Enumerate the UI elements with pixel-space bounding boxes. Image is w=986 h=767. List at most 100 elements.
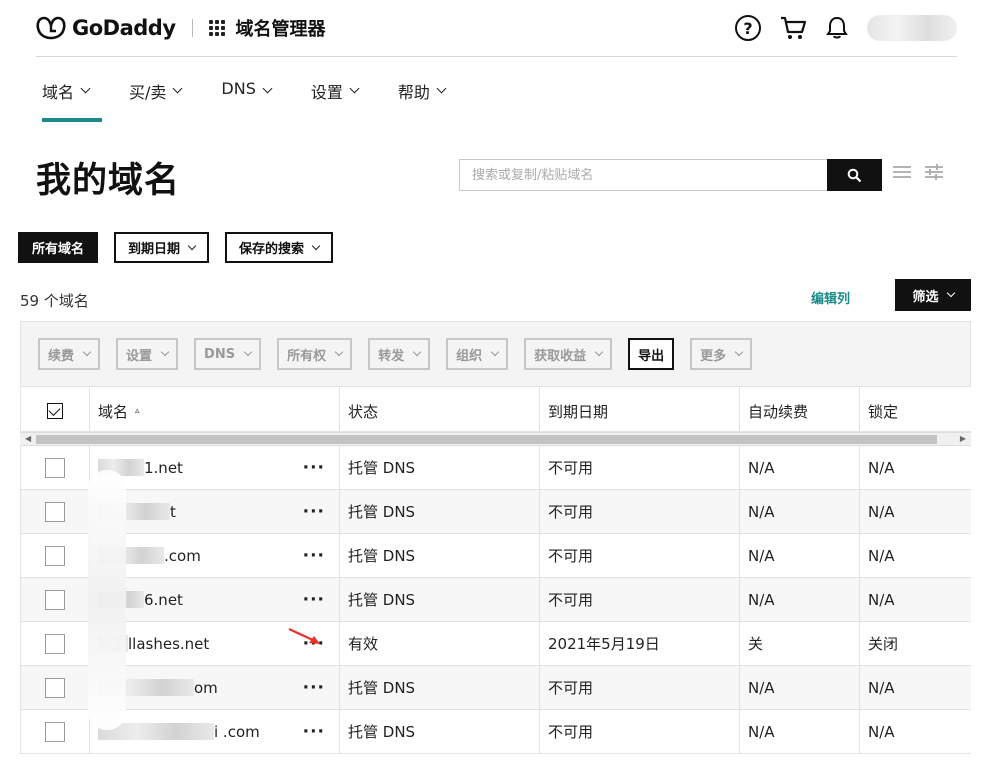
row-select-cell <box>20 446 90 489</box>
filter-button[interactable]: 筛选 <box>895 279 971 311</box>
table-body: 1.net ··· 托管 DNS 不可用 N/A N/A t ··· 托管 DNS … <box>20 446 971 754</box>
nav-buy-sell[interactable]: 买/卖 <box>129 76 221 122</box>
header-status[interactable]: 状态 <box>340 387 540 431</box>
chevron-down-icon <box>349 83 360 94</box>
renew-button[interactable]: 续费 <box>38 338 101 370</box>
product-title: 域名管理器 <box>235 19 326 40</box>
table-row[interactable]: llashes.net ··· 有效 2021年5月19日 关 关闭 <box>20 622 971 666</box>
export-button[interactable]: 导出 <box>628 338 675 370</box>
list-view-icon[interactable] <box>892 164 912 180</box>
lock-cell: N/A <box>868 722 895 741</box>
forwarding-button[interactable]: 转发 <box>368 338 431 370</box>
header-lock[interactable]: 锁定 <box>860 387 971 431</box>
header-expiry[interactable]: 到期日期 <box>540 387 740 431</box>
table-row[interactable]: om ··· 托管 DNS 不可用 N/A N/A <box>20 666 971 710</box>
select-all-checkbox[interactable] <box>47 403 63 419</box>
auto-renew-cell: N/A <box>740 446 860 489</box>
main-nav: 域名 买/卖 DNS 设置 帮助 <box>42 76 485 122</box>
nav-help[interactable]: 帮助 <box>398 76 485 122</box>
row-more-menu-icon[interactable]: ··· <box>303 458 325 478</box>
scrollbar-thumb[interactable] <box>36 435 937 444</box>
row-checkbox[interactable] <box>45 677 65 698</box>
annotation-arrow-icon <box>288 628 320 644</box>
lock-cell: N/A <box>868 546 895 565</box>
tab-expiration-date[interactable]: 到期日期 <box>114 232 210 263</box>
expiry-cell: 2021年5月19日 <box>540 622 740 665</box>
dns-action-button[interactable]: DNS <box>194 338 262 370</box>
tab-label: 保存的搜索 <box>239 242 305 257</box>
domain-name-link[interactable]: i .com <box>98 723 260 741</box>
tab-label: 到期日期 <box>128 242 181 257</box>
ownership-button[interactable]: 所有权 <box>277 338 353 370</box>
help-icon[interactable]: ? <box>735 15 761 41</box>
table-row[interactable]: 1.net ··· 托管 DNS 不可用 N/A N/A <box>20 446 971 490</box>
row-select-cell <box>20 710 90 753</box>
row-more-menu-icon[interactable]: ··· <box>303 722 325 742</box>
row-checkbox[interactable] <box>45 589 65 610</box>
scroll-left-arrow-icon[interactable]: ◀ <box>25 433 31 445</box>
action-label: 获取收益 <box>534 348 587 364</box>
nav-domains[interactable]: 域名 <box>42 76 129 122</box>
row-checkbox[interactable] <box>45 457 65 478</box>
nav-label: 设置 <box>310 83 343 102</box>
table-row[interactable]: .com ··· 托管 DNS 不可用 N/A N/A <box>20 534 971 578</box>
header-domain[interactable]: 域名 ▵ <box>90 387 340 431</box>
chevron-down-icon <box>262 83 273 94</box>
row-more-menu-icon[interactable]: ··· <box>303 590 325 610</box>
header-label: 锁定 <box>868 402 899 421</box>
sliders-icon[interactable] <box>924 164 944 180</box>
search-button[interactable] <box>827 159 882 191</box>
more-actions-button[interactable]: 更多 <box>690 338 753 370</box>
expiry-cell: 不可用 <box>540 710 740 753</box>
nav-settings[interactable]: 设置 <box>311 76 398 122</box>
domain-text: i .com <box>214 722 260 741</box>
chevron-down-icon <box>412 347 422 357</box>
status-cell: 托管 DNS <box>340 666 540 709</box>
chevron-down-icon <box>594 347 604 357</box>
domain-cell: 6.net ··· <box>90 578 340 621</box>
redaction-smear <box>88 470 126 730</box>
row-checkbox[interactable] <box>45 545 65 566</box>
nav-label: 买/卖 <box>129 83 167 102</box>
action-label: 转发 <box>378 348 405 364</box>
horizontal-scrollbar[interactable]: ◀ ▶ <box>20 432 971 446</box>
row-checkbox[interactable] <box>45 501 65 522</box>
cart-icon[interactable] <box>779 15 807 41</box>
domain-cell: .com ··· <box>90 534 340 577</box>
expiry-cell: 不可用 <box>540 446 740 489</box>
table-row[interactable]: t ··· 托管 DNS 不可用 N/A N/A <box>20 490 971 534</box>
search-input[interactable] <box>459 159 827 191</box>
expiry-cell: 不可用 <box>540 666 740 709</box>
domain-cell: om ··· <box>90 666 340 709</box>
godaddy-logo[interactable]: GoDaddy <box>36 15 176 41</box>
nav-dns[interactable]: DNS <box>221 76 310 122</box>
scroll-right-arrow-icon[interactable]: ▶ <box>960 433 966 445</box>
apps-grid-icon[interactable] <box>208 19 226 37</box>
organize-button[interactable]: 组织 <box>446 338 509 370</box>
header-label: 状态 <box>348 402 379 421</box>
lock-cell: 关闭 <box>868 635 899 653</box>
domain-text: llashes.net <box>128 634 210 653</box>
table-row[interactable]: i .com ··· 托管 DNS 不可用 N/A N/A <box>20 710 971 754</box>
settings-action-button[interactable]: 设置 <box>116 338 179 370</box>
tab-saved-searches[interactable]: 保存的搜索 <box>225 232 334 263</box>
row-checkbox[interactable] <box>45 633 65 654</box>
domain-tabs: 所有域名 到期日期 保存的搜索 <box>18 232 334 263</box>
bell-icon[interactable] <box>825 15 849 41</box>
edit-columns-link[interactable]: 编辑列 <box>811 288 850 307</box>
account-menu-avatar[interactable] <box>867 15 957 41</box>
bulk-action-bar: 续费 设置 DNS 所有权 转发 组织 获取收益 导出 更多 <box>20 321 971 387</box>
table-row[interactable]: 6.net ··· 托管 DNS 不可用 N/A N/A <box>20 578 971 622</box>
row-select-cell <box>20 666 90 709</box>
select-all-cell <box>20 387 90 431</box>
row-more-menu-icon[interactable]: ··· <box>303 678 325 698</box>
tab-all-domains[interactable]: 所有域名 <box>18 232 99 263</box>
monetize-button[interactable]: 获取收益 <box>524 338 613 370</box>
row-checkbox[interactable] <box>45 721 65 742</box>
row-more-menu-icon[interactable]: ··· <box>303 546 325 566</box>
row-more-menu-icon[interactable]: ··· <box>303 502 325 522</box>
domain-text: om <box>194 678 218 697</box>
nav-label: 帮助 <box>397 83 430 102</box>
header-auto-renew[interactable]: 自动续费 <box>740 387 860 431</box>
status-cell: 托管 DNS <box>340 490 540 533</box>
